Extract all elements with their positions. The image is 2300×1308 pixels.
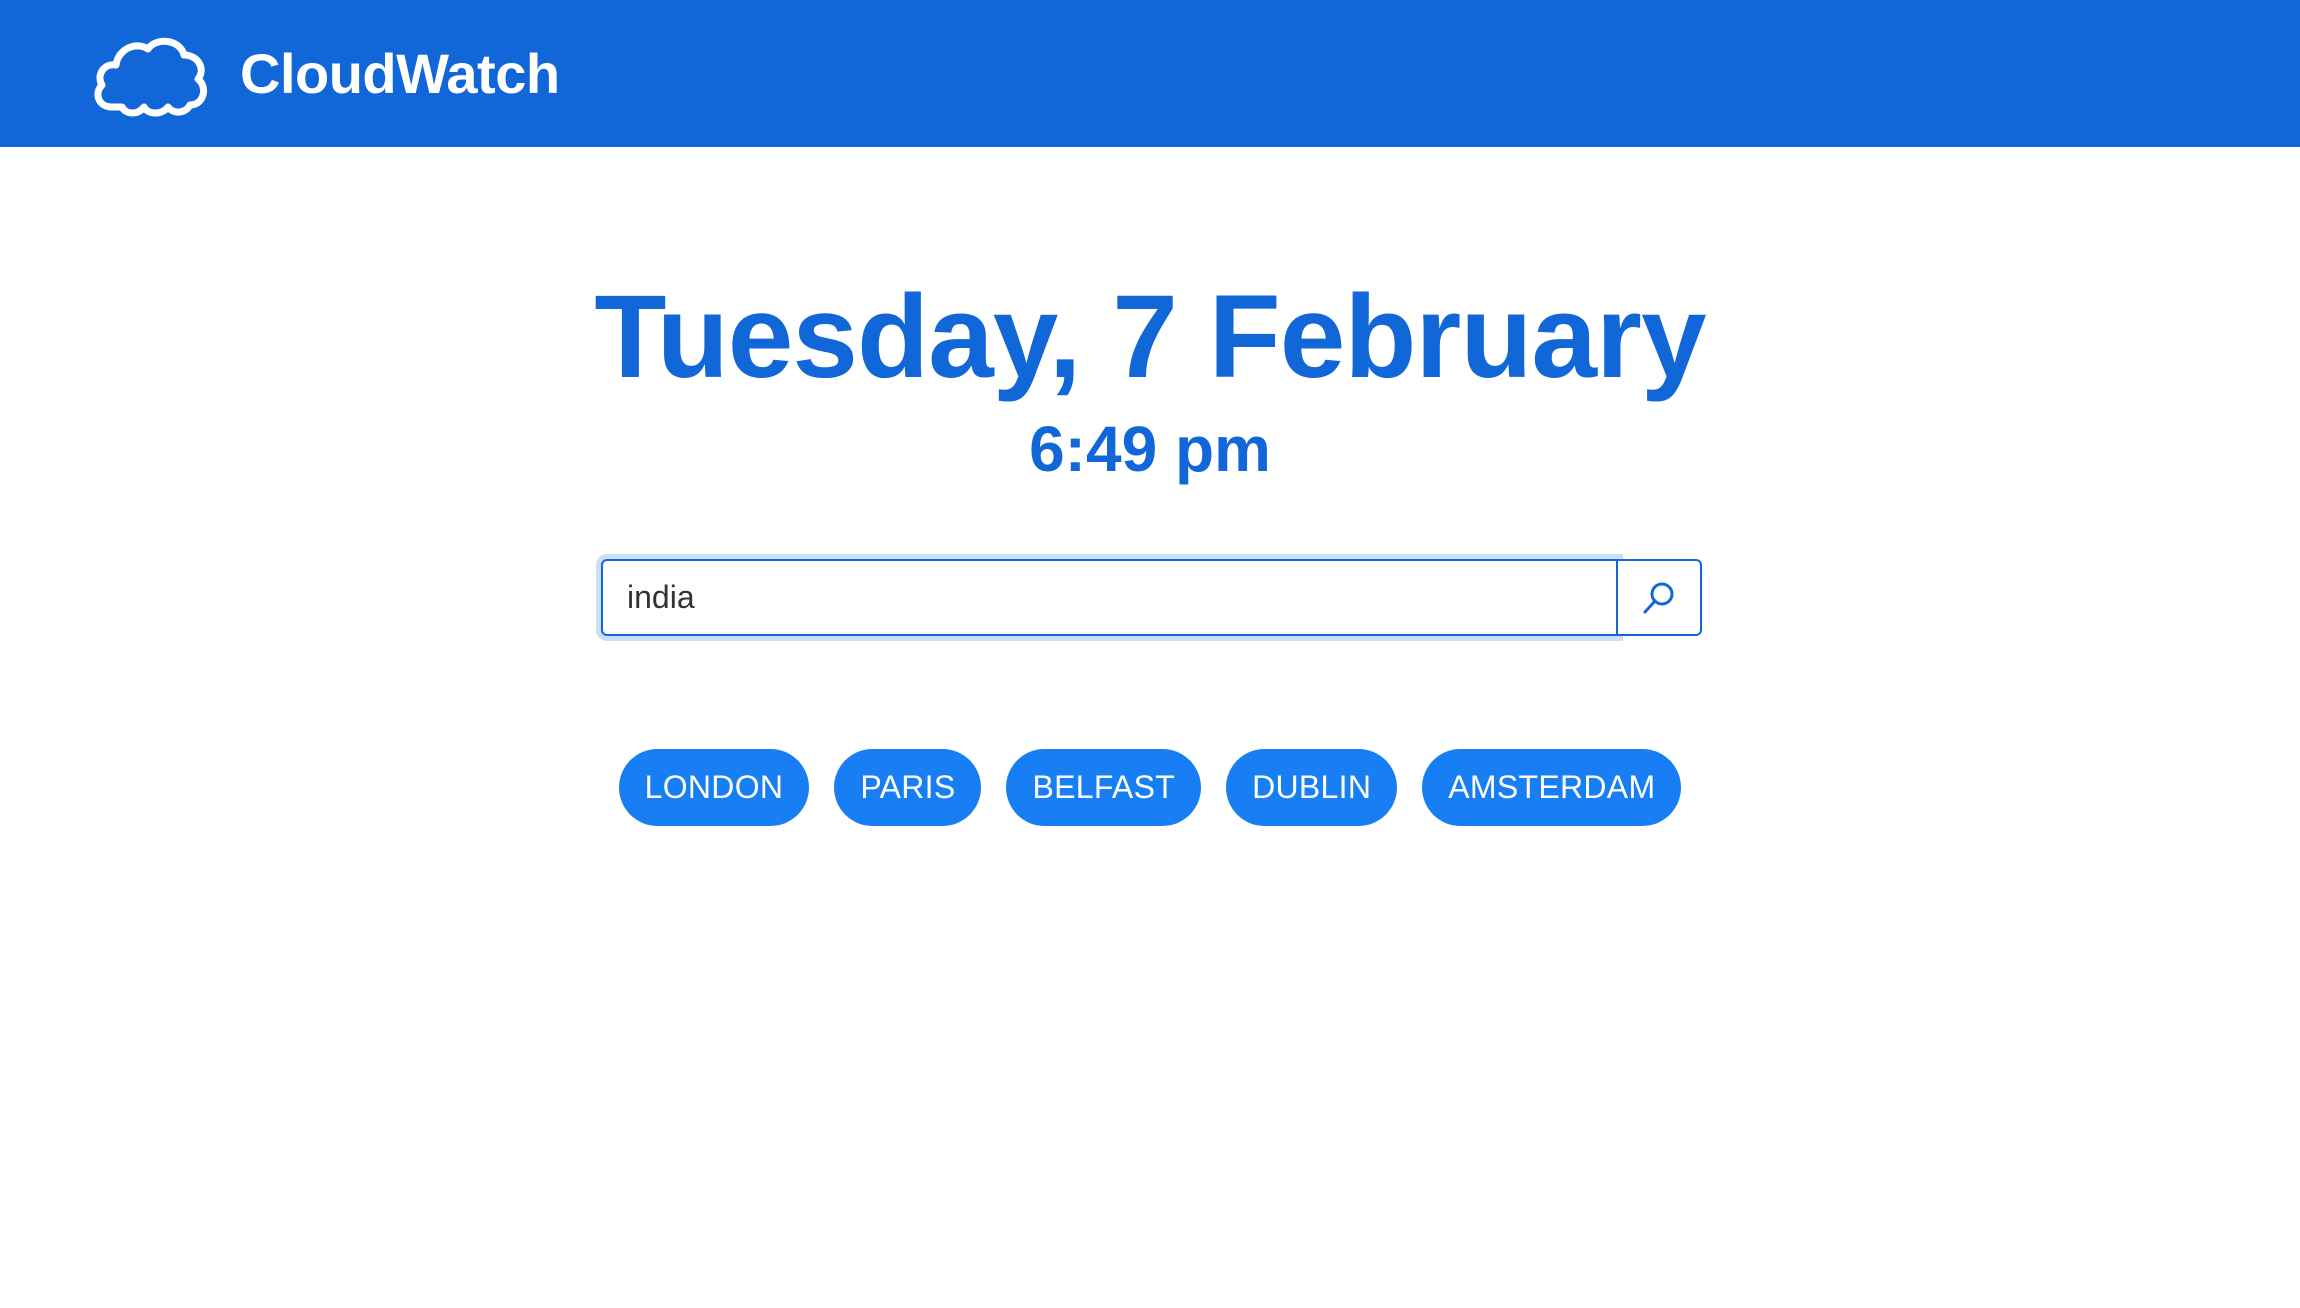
search-input[interactable] — [601, 559, 1618, 636]
city-button-belfast[interactable]: BELFAST — [1006, 749, 1202, 826]
city-buttons: LONDON PARIS BELFAST DUBLIN AMSTERDAM — [0, 749, 2300, 826]
city-button-dublin[interactable]: DUBLIN — [1226, 749, 1398, 826]
search-icon — [1643, 582, 1674, 613]
brand-link[interactable]: CloudWatch — [90, 31, 560, 117]
search-form — [601, 559, 1702, 636]
current-date: Tuesday, 7 February — [594, 271, 1706, 403]
brand-name: CloudWatch — [240, 42, 560, 105]
navbar: CloudWatch — [0, 0, 2300, 147]
city-button-london[interactable]: LONDON — [618, 749, 810, 826]
current-time: 6:49 pm — [1029, 413, 1271, 485]
search-button[interactable] — [1618, 559, 1702, 636]
city-button-paris[interactable]: PARIS — [834, 749, 982, 826]
city-button-amsterdam[interactable]: AMSTERDAM — [1422, 749, 1682, 826]
cloud-icon — [94, 37, 208, 116]
